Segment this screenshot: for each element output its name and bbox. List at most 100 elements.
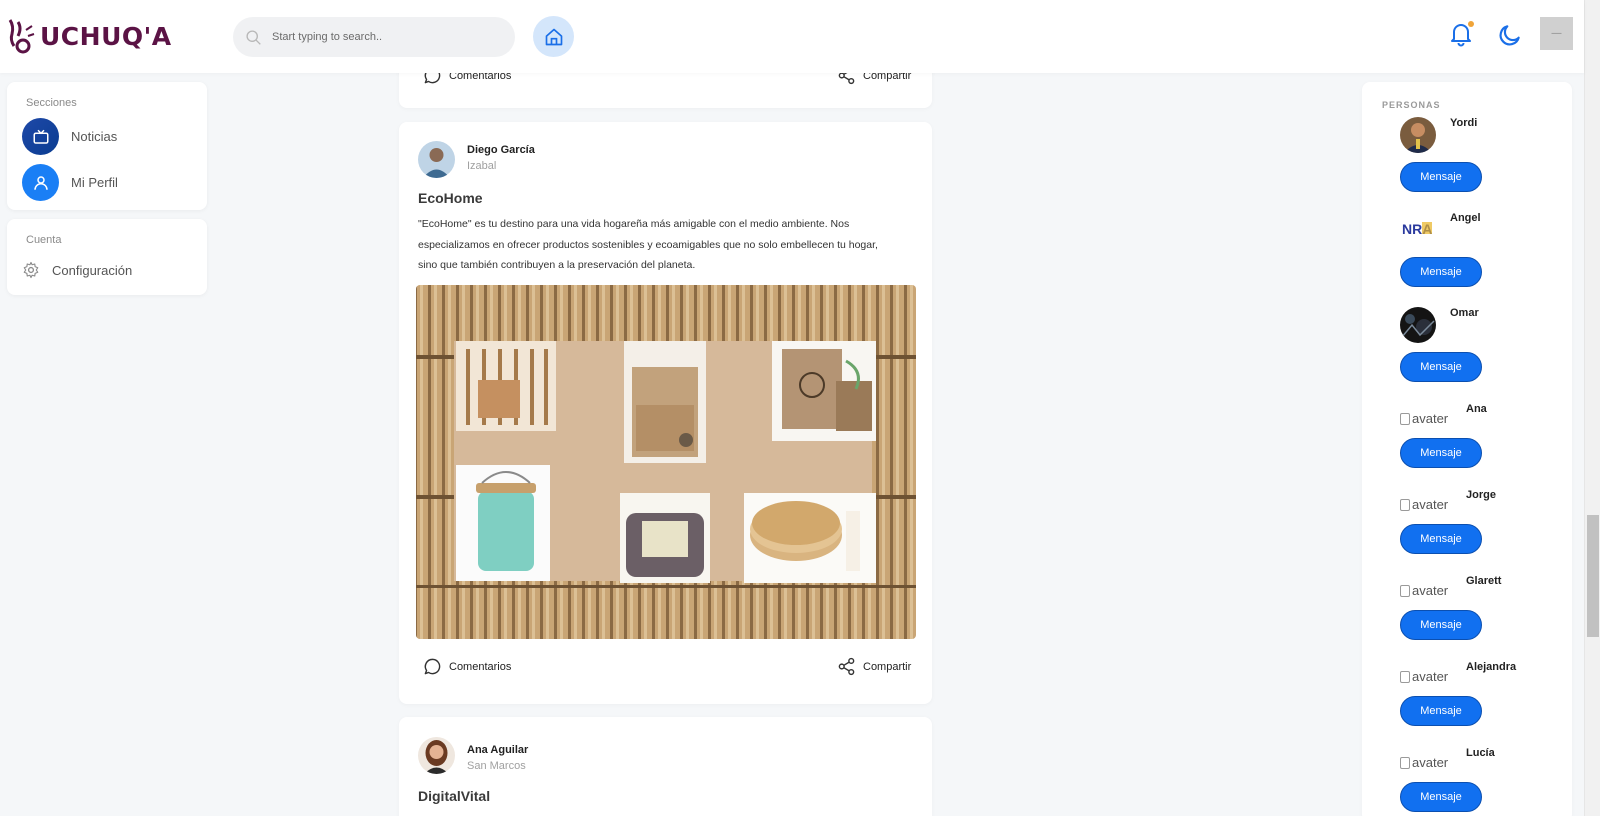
message-button[interactable]: Mensaje — [1400, 782, 1482, 812]
notifications-button[interactable] — [1449, 21, 1475, 49]
share-label: Compartir — [863, 660, 912, 673]
sidebar-item-mi-perfil[interactable]: Mi Perfil — [22, 164, 118, 201]
person-name[interactable]: Omar — [1450, 307, 1479, 319]
avatar-placeholder: — — [1551, 28, 1562, 39]
share-button[interactable]: Compartir — [837, 657, 911, 676]
person-avatar[interactable] — [1400, 117, 1436, 153]
broken-avatar-image[interactable]: avater — [1400, 497, 1448, 512]
broken-image-icon — [1400, 412, 1410, 425]
person-item: avater Glarett Mensaje — [1400, 575, 1570, 655]
message-button[interactable]: Mensaje — [1400, 610, 1482, 640]
notification-dot — [1468, 21, 1474, 27]
share-icon — [838, 657, 855, 676]
author-name[interactable]: Diego García — [467, 144, 535, 156]
broken-avatar-image[interactable]: avater — [1400, 583, 1448, 598]
search-icon — [246, 29, 261, 45]
account-title: Cuenta — [26, 234, 62, 246]
configuracion-label: Configuración — [52, 262, 133, 278]
author-location: San Marcos — [467, 760, 526, 772]
moon-icon — [1499, 25, 1520, 46]
avatar-alt-text: avater — [1412, 583, 1449, 598]
account-card: Cuenta Configuración — [7, 219, 207, 295]
post-title: DigitalVital — [418, 788, 491, 804]
nav-circle — [22, 118, 59, 155]
person-name[interactable]: Lucía — [1466, 747, 1495, 759]
broken-image-icon — [1400, 584, 1410, 597]
person-name[interactable]: Alejandra — [1466, 661, 1516, 673]
person-name[interactable]: Glarett — [1466, 575, 1501, 587]
post-image[interactable] — [416, 285, 916, 639]
post-description: "EcoHome" es tu destino para una vida ho… — [418, 218, 878, 271]
avatar-alt-text: avater — [1412, 411, 1449, 426]
broken-image-icon — [1400, 670, 1410, 683]
home-icon — [545, 28, 562, 45]
person-item: avater Alejandra Mensaje — [1400, 661, 1570, 741]
tv-icon — [33, 129, 48, 144]
top-header: UCHUQ'A — — [0, 0, 1584, 73]
comment-icon — [424, 658, 441, 675]
message-button[interactable]: Mensaje — [1400, 257, 1482, 287]
dark-mode-toggle[interactable] — [1497, 22, 1523, 48]
search-input[interactable] — [272, 31, 492, 43]
broken-image-icon — [1400, 756, 1410, 769]
person-item: Yordi Mensaje — [1400, 117, 1570, 197]
message-button[interactable]: Mensaje — [1400, 696, 1482, 726]
author-photo — [418, 737, 455, 774]
brand-logo[interactable]: UCHUQ'A — [6, 16, 172, 56]
nav-circle — [22, 164, 59, 201]
post-card: Diego García Izabal EcoHome "EcoHome" es… — [399, 122, 932, 704]
author-avatar[interactable] — [418, 737, 455, 774]
person-name[interactable]: Angel — [1450, 212, 1481, 224]
message-button[interactable]: Mensaje — [1400, 524, 1482, 554]
person-photo — [1400, 117, 1436, 153]
people-title: PERSONAS — [1382, 100, 1441, 110]
person-item: avater Lucía Mensaje — [1400, 747, 1570, 816]
sidebar-item-label: Mi Perfil — [71, 175, 118, 190]
sidebar-item-label: Noticias — [71, 129, 118, 144]
person-item: avater Ana Mensaje — [1400, 403, 1570, 483]
person-name[interactable]: Yordi — [1450, 117, 1477, 129]
message-button[interactable]: Mensaje — [1400, 352, 1482, 382]
avatar-alt-text: avater — [1412, 755, 1449, 770]
person-item: NRA Angel Mensaje — [1400, 212, 1570, 292]
author-location: Izabal — [467, 160, 497, 172]
message-button[interactable]: Mensaje — [1400, 438, 1482, 468]
user-avatar[interactable]: — — [1540, 17, 1573, 50]
person-avatar[interactable] — [1400, 307, 1436, 343]
person-avatar[interactable]: NRA — [1400, 212, 1436, 248]
logo-text: UCHUQ'A — [40, 21, 172, 51]
author-photo — [418, 141, 455, 178]
broken-avatar-image[interactable]: avater — [1400, 411, 1448, 426]
broken-image-icon — [1400, 498, 1410, 511]
logo-mark-icon — [8, 19, 35, 54]
scrollbar-thumb[interactable] — [1587, 515, 1599, 637]
sidebar-item-configuracion[interactable]: Configuración — [22, 261, 132, 279]
comments-button[interactable]: Comentarios — [423, 657, 511, 676]
avatar-alt-text: avater — [1412, 669, 1449, 684]
eco-products-collage — [416, 285, 916, 639]
author-name[interactable]: Ana Aguilar — [467, 744, 528, 756]
broken-avatar-image[interactable]: avater — [1400, 755, 1448, 770]
broken-avatar-image[interactable]: avater — [1400, 669, 1448, 684]
person-item: Omar Mensaje — [1400, 307, 1570, 387]
person-item: avater Jorge Mensaje — [1400, 489, 1570, 569]
author-avatar[interactable] — [418, 141, 455, 178]
home-button[interactable] — [533, 16, 574, 57]
avatar-alt-text: avater — [1412, 497, 1449, 512]
sidebar-item-noticias[interactable]: Noticias — [22, 118, 117, 155]
comments-label: Comentarios — [449, 660, 512, 673]
person-name[interactable]: Jorge — [1466, 489, 1496, 501]
gear-icon — [23, 261, 39, 279]
user-icon — [33, 175, 48, 190]
person-photo — [1400, 307, 1436, 343]
page-scrollbar[interactable] — [1584, 0, 1600, 816]
people-card: PERSONAS Yordi Mensaje NRA Angel Mensaje — [1362, 82, 1572, 816]
person-logo: NRA — [1400, 212, 1436, 248]
sections-title: Secciones — [26, 97, 77, 109]
search-bar[interactable] — [233, 17, 515, 57]
post-title: EcoHome — [418, 190, 483, 206]
message-button[interactable]: Mensaje — [1400, 162, 1482, 192]
person-name[interactable]: Ana — [1466, 403, 1487, 415]
post-card-next: Ana Aguilar San Marcos DigitalVital — [399, 717, 932, 816]
sections-card: Secciones Noticias Mi Perfil — [7, 82, 207, 210]
